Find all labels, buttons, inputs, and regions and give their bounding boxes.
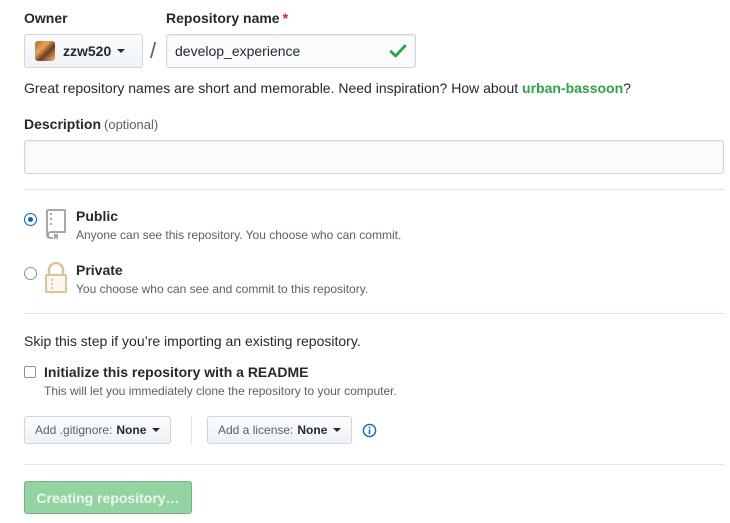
caret-down-icon: [152, 428, 161, 432]
public-radio[interactable]: [24, 213, 37, 226]
private-note: You choose who can see and commit to thi…: [76, 282, 369, 296]
required-marker: *: [282, 10, 289, 26]
hint-text: Great repository names are short and mem…: [24, 80, 523, 96]
divider: [24, 313, 724, 314]
gitignore-value: None: [116, 423, 147, 437]
repo-name-label: Repository name *: [166, 10, 288, 26]
select-divider: [191, 416, 192, 444]
public-title: Public: [76, 208, 119, 224]
caret-down-icon: [333, 428, 342, 432]
license-value: None: [297, 423, 328, 437]
license-select[interactable]: Add a license: None: [207, 416, 353, 444]
gitignore-select[interactable]: Add .gitignore: None: [24, 416, 172, 444]
description-label-text: Description: [24, 116, 102, 132]
check-icon: [389, 44, 407, 58]
gitignore-label: Add .gitignore:: [35, 423, 113, 437]
public-note: Anyone can see this repository. You choo…: [76, 228, 402, 242]
repo-name-hint: Great repository names are short and mem…: [24, 80, 631, 96]
repo-name-input[interactable]: [166, 34, 416, 68]
avatar: [35, 41, 55, 61]
license-label: Add a license:: [218, 423, 294, 437]
owner-repo-separator: /: [150, 38, 157, 63]
suggested-name-link[interactable]: urban-bassoon: [522, 80, 623, 96]
caret-down-icon: [117, 49, 126, 53]
create-repository-button[interactable]: Creating repository…: [24, 481, 192, 514]
private-radio[interactable]: [24, 267, 37, 280]
lock-icon: [45, 262, 67, 293]
divider: [24, 189, 724, 190]
divider: [24, 464, 724, 465]
owner-select[interactable]: zzw520: [24, 34, 143, 68]
description-label: Description (optional): [24, 116, 158, 132]
optional-label: (optional): [104, 117, 159, 132]
skip-step-text: Skip this step if you’re importing an ex…: [24, 333, 361, 349]
readme-label[interactable]: Initialize this repository with a README: [44, 364, 308, 380]
owner-label: Owner: [24, 10, 68, 26]
owner-value: zzw520: [63, 43, 112, 59]
info-icon[interactable]: [362, 423, 377, 438]
private-title: Private: [76, 262, 123, 278]
hint-end: ?: [623, 80, 631, 96]
repo-icon: [46, 209, 66, 240]
readme-checkbox[interactable]: [24, 366, 36, 378]
description-input[interactable]: [24, 140, 724, 174]
repo-name-label-text: Repository name: [166, 10, 280, 26]
readme-note: This will let you immediately clone the …: [44, 384, 397, 398]
